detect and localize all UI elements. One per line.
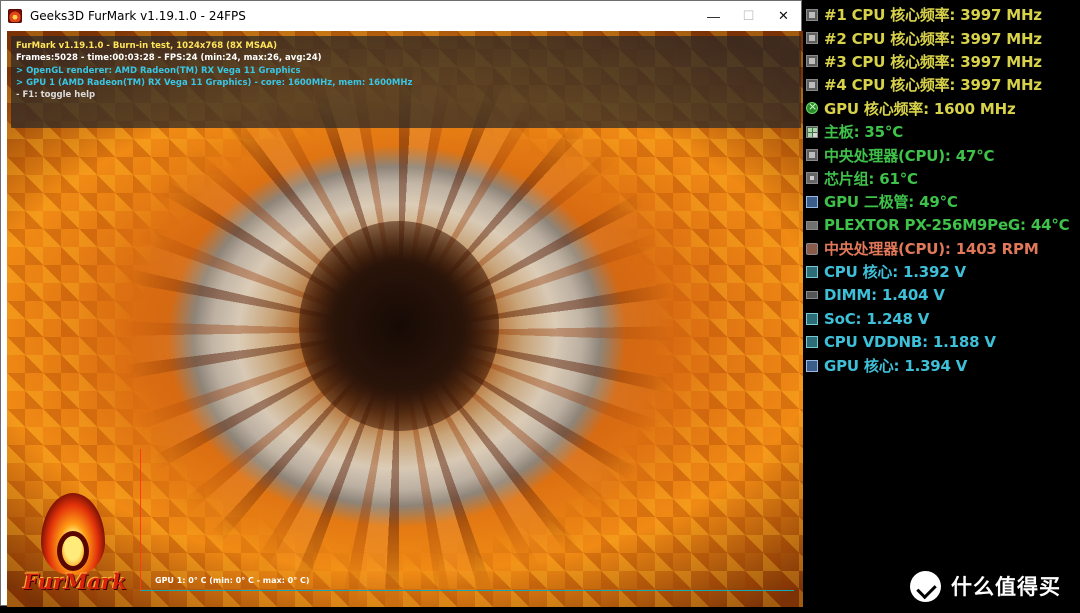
sensor-label: #3 CPU 核心频率: 3997 MHz (824, 52, 1042, 71)
sensor-label: 中央处理器(CPU): 47°C (824, 146, 995, 165)
sensor-label: GPU 二极管: 49°C (824, 193, 958, 212)
sensor-row: #1 CPU 核心频率: 3997 MHz (806, 3, 1080, 26)
sensor-label: #1 CPU 核心频率: 3997 MHz (824, 6, 1042, 25)
monitor-icon (806, 195, 818, 208)
sensor-row: CPU VDDNB: 1.188 V (806, 330, 1080, 353)
chip-icon (806, 172, 818, 185)
check-badge-icon (910, 570, 941, 602)
sensor-row: 中央处理器(CPU): 47°C (806, 143, 1080, 166)
sensor-label: CPU 核心: 1.392 V (824, 263, 966, 282)
cpu-icon (806, 32, 818, 45)
cpu-icon (806, 149, 818, 162)
close-button[interactable]: ✕ (766, 1, 801, 31)
fur-donut-center (299, 221, 499, 431)
sensor-row: GPU 二极管: 49°C (806, 190, 1080, 213)
mem-icon (806, 291, 818, 300)
render-viewport[interactable]: FurMark v1.19.1.0 - Burn-in test, 1024x7… (7, 31, 803, 607)
minimize-button[interactable]: — (696, 1, 731, 31)
drive-icon (806, 221, 818, 231)
window-title: Geeks3D FurMark v1.19.1.0 - 24FPS (30, 9, 246, 23)
gpu-temp-label: GPU 1: 0° C (min: 0° C - max: 0° C) (155, 576, 310, 585)
sensor-label: GPU 核心频率: 1600 MHz (824, 99, 1016, 118)
volt-icon (806, 336, 818, 349)
sensor-label: 芯片组: 61°C (824, 169, 918, 188)
sensor-row: GPU 核心频率: 1600 MHz (806, 97, 1080, 120)
sensor-row: 主板: 35°C (806, 120, 1080, 143)
sensor-label: PLEXTOR PX-256M9PeG: 44°C (824, 216, 1070, 235)
furmark-logo: FurMark (13, 493, 137, 603)
board-icon (806, 125, 818, 138)
sensor-row: #2 CPU 核心频率: 3997 MHz (806, 26, 1080, 49)
sensor-label: GPU 核心: 1.394 V (824, 357, 968, 376)
osd-overlay: FurMark v1.19.1.0 - Burn-in test, 1024x7… (11, 36, 801, 128)
furmark-window: Geeks3D FurMark v1.19.1.0 - 24FPS — ☐ ✕ … (0, 0, 803, 607)
volt-icon (806, 312, 818, 325)
sensor-label: 主板: 35°C (824, 123, 904, 142)
sensor-row: SoC: 1.248 V (806, 307, 1080, 330)
volt-icon (806, 265, 818, 278)
gpu-icon (806, 100, 818, 115)
cpu-icon (806, 55, 818, 68)
monitor-icon (806, 359, 818, 372)
sensor-row: 中央处理器(CPU): 1403 RPM (806, 237, 1080, 260)
sensor-row: DIMM: 1.404 V (806, 284, 1080, 307)
sensor-label: SoC: 1.248 V (824, 309, 930, 328)
logo-text: FurMark (23, 569, 127, 594)
gpu-temp-graph (140, 449, 794, 591)
fan-icon (806, 242, 818, 255)
osd-line-renderer: > OpenGL renderer: AMD Radeon(TM) RX Veg… (16, 65, 301, 76)
cpu-icon (806, 8, 818, 21)
window-controls: — ☐ ✕ (696, 1, 801, 31)
osd-line-help: - F1: toggle help (16, 90, 96, 101)
sensor-label: #2 CPU 核心频率: 3997 MHz (824, 29, 1042, 48)
sensor-label: #4 CPU 核心频率: 3997 MHz (824, 76, 1042, 95)
maximize-button[interactable]: ☐ (731, 1, 766, 31)
sensor-label: DIMM: 1.404 V (824, 286, 945, 305)
sensor-label: 中央处理器(CPU): 1403 RPM (824, 240, 1039, 259)
watermark: 什么值得买 (910, 570, 1061, 602)
osd-line-gpu: > GPU 1 (AMD Radeon(TM) RX Vega 11 Graph… (16, 77, 413, 88)
sensor-row: CPU 核心: 1.392 V (806, 260, 1080, 283)
sensor-row: GPU 核心: 1.394 V (806, 354, 1080, 377)
furmark-app-icon[interactable] (8, 9, 22, 23)
cpu-icon (806, 78, 818, 91)
sensor-row: 芯片组: 61°C (806, 167, 1080, 190)
sensor-row: #4 CPU 核心频率: 3997 MHz (806, 73, 1080, 96)
sensor-label: CPU VDDNB: 1.188 V (824, 333, 996, 352)
sensor-row: #3 CPU 核心频率: 3997 MHz (806, 50, 1080, 73)
title-bar[interactable]: Geeks3D FurMark v1.19.1.0 - 24FPS — ☐ ✕ (1, 1, 801, 31)
osd-line-title: FurMark v1.19.1.0 - Burn-in test, 1024x7… (16, 41, 278, 51)
sensor-panel: #1 CPU 核心频率: 3997 MHz #2 CPU 核心频率: 3997 M… (806, 3, 1080, 377)
osd-line-frames: Frames:5028 - time:00:03:28 - FPS:24 (mi… (16, 53, 322, 64)
sensor-row: PLEXTOR PX-256M9PeG: 44°C (806, 214, 1080, 237)
logo-ring-icon (57, 531, 89, 571)
watermark-text: 什么值得买 (951, 575, 1061, 599)
